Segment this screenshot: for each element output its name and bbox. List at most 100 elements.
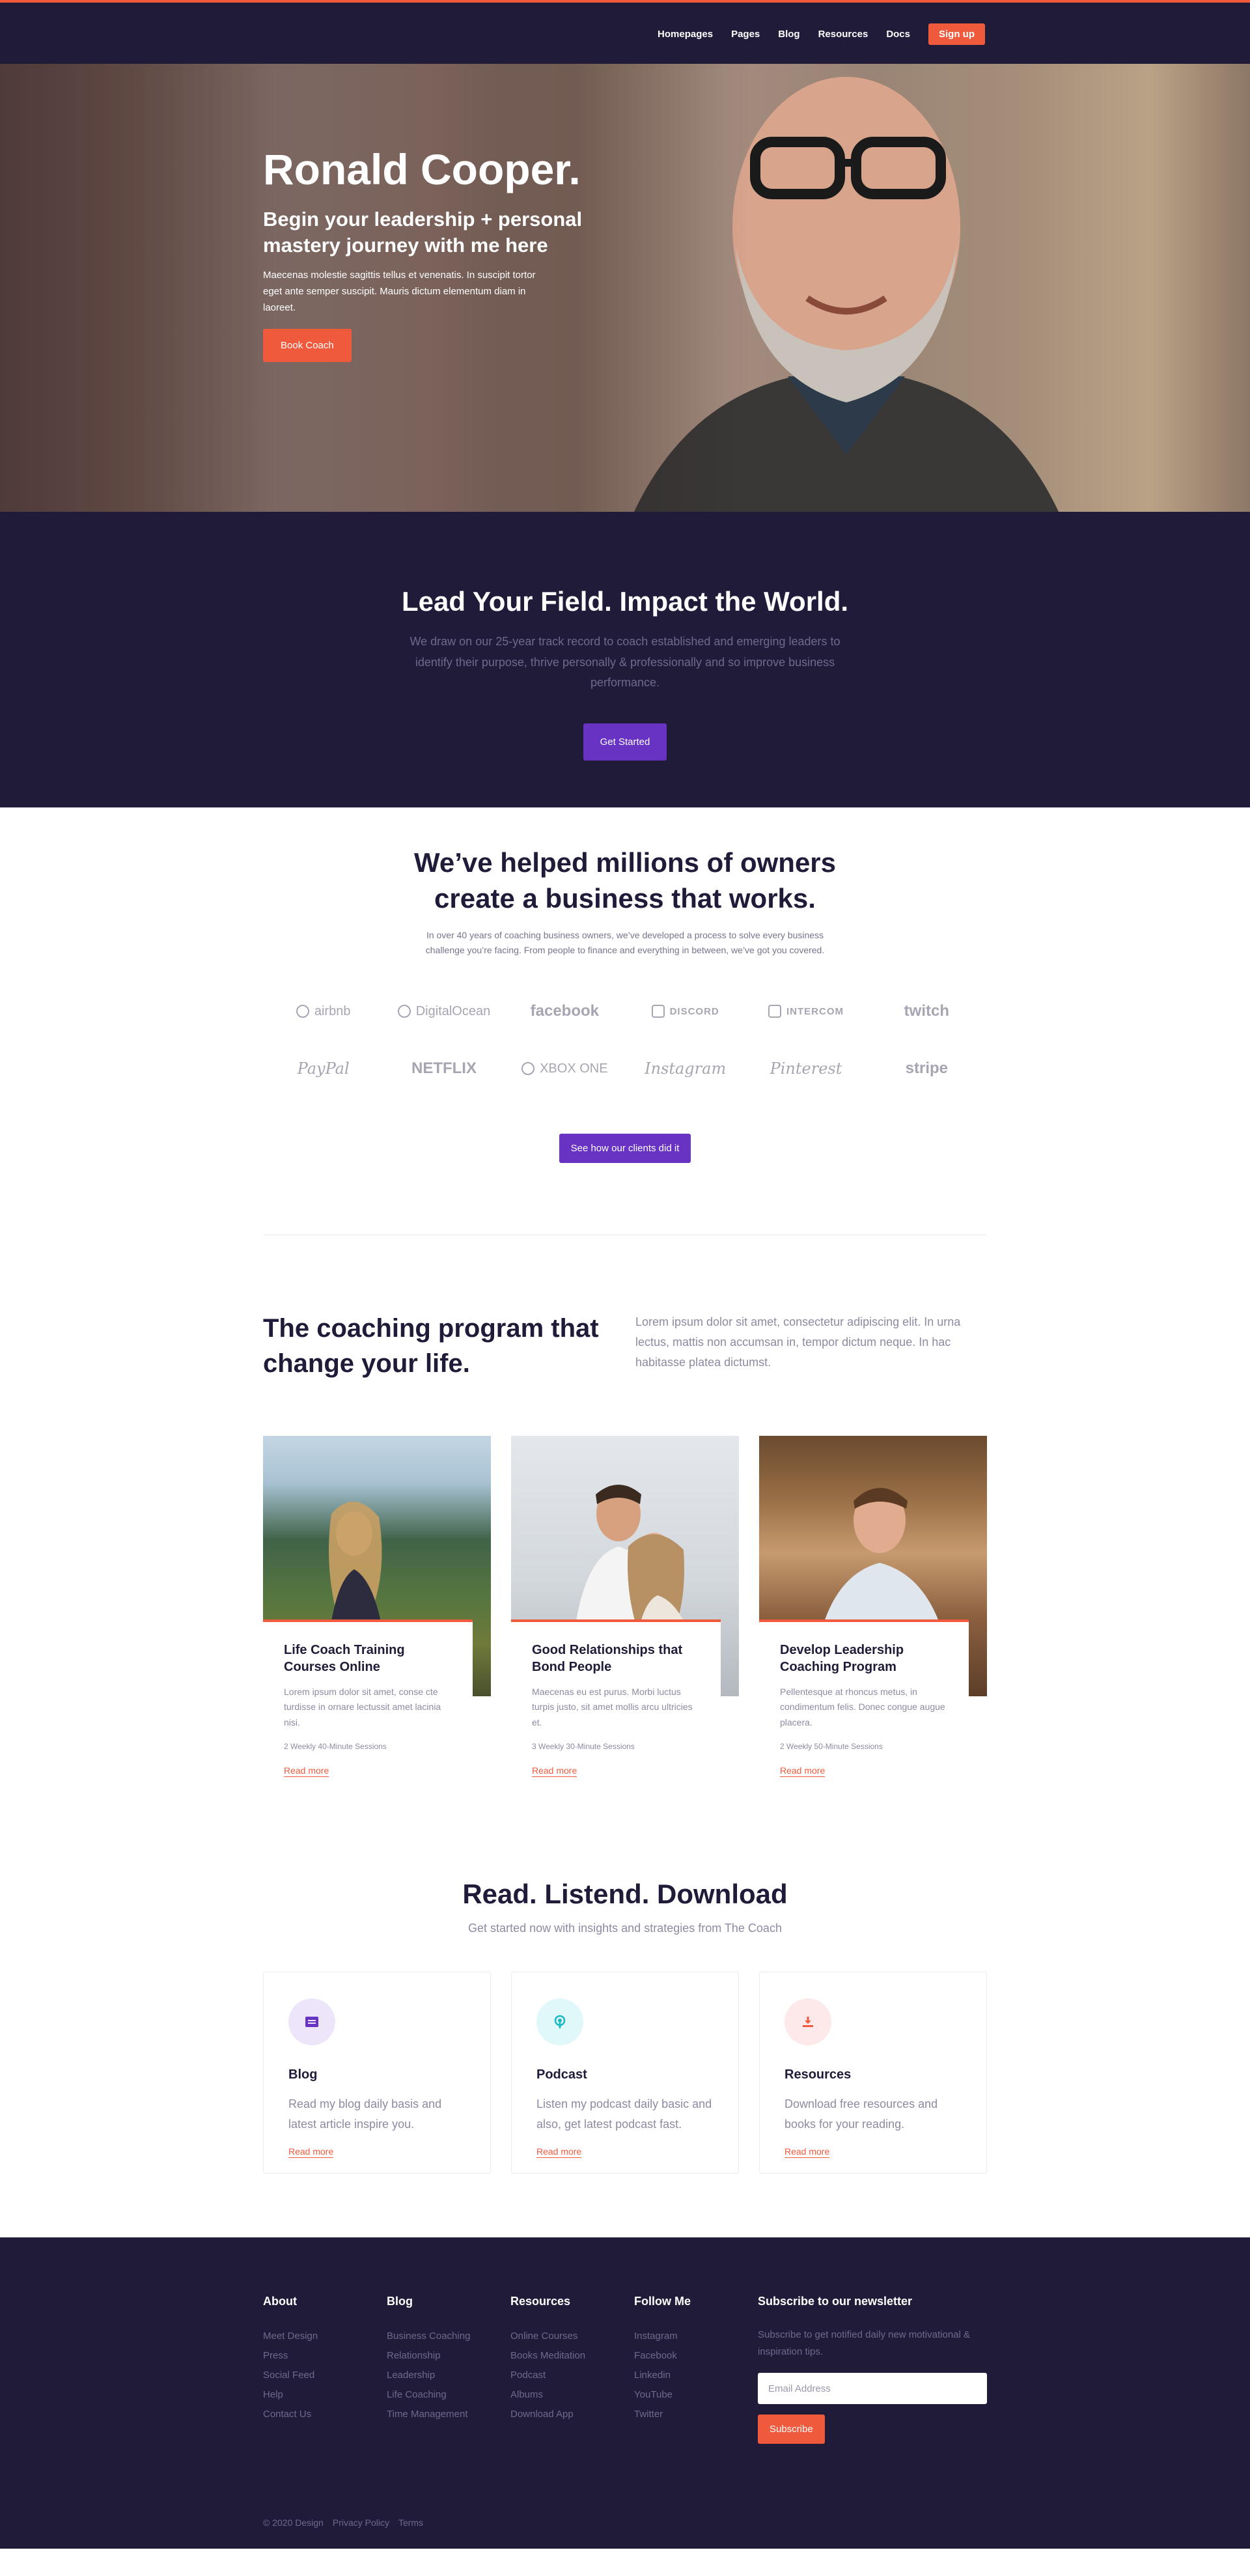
see-clients-button[interactable]: See how our clients did it [559, 1134, 691, 1164]
footer-link[interactable]: Albums [510, 2385, 634, 2405]
card-title: Good Relationships that Bond People [532, 1643, 683, 1675]
intercom-mark-icon [768, 1005, 781, 1018]
discord-logo-text: DISCORD [669, 1005, 719, 1017]
nav-homepages[interactable]: Homepages [658, 29, 713, 40]
footer-bottom: © 2020 Design Privacy Policy Terms [263, 2517, 423, 2528]
instagram-logo: Instagram [645, 1059, 727, 1078]
footer-link[interactable]: Instagram [634, 2327, 758, 2346]
intercom-logo-text: INTERCOM [786, 1005, 844, 1017]
footer-columns: About Meet Design Press Social Feed Help… [263, 2295, 987, 2444]
program-text: Lorem ipsum dolor sit amet, consectetur … [635, 1315, 961, 1369]
nav-pages[interactable]: Pages [731, 29, 760, 40]
hero-description: Maecenas molestie sagittis tellus et ven… [263, 270, 536, 313]
footer-link[interactable]: Social Feed [263, 2366, 387, 2385]
read-more-link[interactable]: Read more [785, 2146, 830, 2158]
top-navigation: Homepages Pages Blog Resources Docs Sign… [0, 3, 1250, 64]
newsletter: Subscribe to our newsletter Subscribe to… [758, 2295, 987, 2444]
blog-card-text: Read my blog daily basis and latest arti… [288, 2097, 442, 2131]
nav-blog[interactable]: Blog [778, 29, 799, 40]
hero-section: Ronald Cooper. Begin your leadership + p… [0, 64, 1250, 512]
lead-section: Lead Your Field. Impact the World. We dr… [0, 512, 1250, 807]
footer: About Meet Design Press Social Feed Help… [0, 2237, 1250, 2549]
card-title: Life Coach Training Courses Online [284, 1643, 405, 1675]
lead-title: Lead Your Field. Impact the World. [401, 586, 849, 617]
terms-link[interactable]: Terms [398, 2517, 423, 2528]
digitalocean-logo-text: DigitalOcean [415, 1003, 491, 1018]
footer-link[interactable]: YouTube [634, 2385, 758, 2405]
clients-title: We’ve helped millions of owners create a… [413, 847, 837, 914]
footer-link[interactable]: Podcast [510, 2366, 634, 2385]
podcast-card-title: Podcast [536, 2067, 587, 2082]
footer-link[interactable]: Twitter [634, 2405, 758, 2424]
footer-link[interactable]: Relationship [387, 2346, 510, 2366]
privacy-link[interactable]: Privacy Policy [333, 2517, 389, 2528]
footer-link[interactable]: Help [263, 2385, 387, 2405]
footer-link[interactable]: Linkedin [634, 2366, 758, 2385]
email-input[interactable] [758, 2373, 987, 2405]
footer-link[interactable]: Business Coaching [387, 2327, 510, 2346]
xbox-logo: XBOX ONE [505, 1057, 625, 1080]
read-more-link[interactable]: Read more [284, 1765, 329, 1777]
card-text: Maecenas eu est purus. Morbi luctus turp… [532, 1687, 693, 1728]
read-more-link[interactable]: Read more [780, 1765, 826, 1777]
download-icon [785, 1998, 831, 2046]
signup-button[interactable]: Sign up [928, 23, 985, 45]
resources-card-title: Resources [785, 2067, 852, 2082]
footer-link[interactable]: Time Management [387, 2405, 510, 2424]
facebook-logo: facebook [530, 1002, 599, 1020]
footer-column-follow: Follow Me Instagram Facebook Linkedin Yo… [634, 2295, 758, 2444]
resources-card-text: Download free resources and books for yo… [785, 2097, 938, 2131]
newsletter-title: Subscribe to our newsletter [758, 2295, 913, 2308]
client-logos: airbnb DigitalOcean facebook DISCORD INT… [263, 1000, 987, 1080]
discord-mark-icon [651, 1005, 665, 1018]
card-content: Good Relationships that Bond People Maec… [511, 1619, 721, 1796]
footer-link[interactable]: Press [263, 2346, 387, 2366]
footer-column-title: Resources [510, 2295, 571, 2308]
xbox-logo-text: XBOX ONE [540, 1061, 608, 1076]
lead-text: We draw on our 25-year track record to c… [410, 635, 840, 689]
card-text: Pellentesque at rhoncus metus, in condim… [780, 1687, 945, 1728]
nav-docs[interactable]: Docs [886, 29, 910, 40]
copyright-text: © 2020 Design [263, 2517, 324, 2528]
podcast-card-text: Listen my podcast daily basic and also, … [536, 2097, 712, 2131]
clients-text: In over 40 years of coaching business ow… [425, 930, 825, 956]
get-started-button[interactable]: Get Started [583, 723, 667, 761]
card-content: Life Coach Training Courses Online Lorem… [263, 1619, 473, 1796]
digitalocean-mark-icon [397, 1005, 411, 1018]
hero-title: Ronald Cooper. [263, 145, 581, 193]
read-more-link[interactable]: Read more [536, 2146, 582, 2158]
netflix-logo: NETFLIX [411, 1059, 477, 1078]
airbnb-logo-text: airbnb [314, 1003, 351, 1018]
resources-card: Resources Download free resources and bo… [759, 1972, 987, 2174]
card-text: Lorem ipsum dolor sit amet, conse cte tu… [284, 1687, 441, 1728]
footer-link[interactable]: Life Coaching [387, 2385, 510, 2405]
intercom-logo: INTERCOM [745, 1000, 866, 1023]
footer-link[interactable]: Download App [510, 2405, 634, 2424]
program-card: Good Relationships that Bond People Maec… [511, 1436, 739, 1796]
hero-overlay [0, 64, 1250, 512]
footer-link[interactable]: Facebook [634, 2346, 758, 2366]
airbnb-logo: airbnb [263, 1000, 383, 1023]
read-more-link[interactable]: Read more [288, 2146, 334, 2158]
read-more-link[interactable]: Read more [532, 1765, 577, 1777]
book-coach-button[interactable]: Book Coach [263, 329, 352, 363]
pinterest-logo: Pinterest [770, 1059, 842, 1078]
newsletter-text: Subscribe to get notified daily new moti… [758, 2329, 971, 2357]
read-subtitle: Get started now with insights and strate… [468, 1922, 782, 1935]
nav-resources[interactable]: Resources [818, 29, 868, 40]
footer-column-about: About Meet Design Press Social Feed Help… [263, 2295, 387, 2444]
card-title: Develop Leadership Coaching Program [780, 1643, 904, 1675]
footer-link[interactable]: Contact Us [263, 2405, 387, 2424]
xbox-mark-icon [521, 1062, 535, 1076]
subscribe-button[interactable]: Subscribe [758, 2415, 825, 2444]
footer-link[interactable]: Online Courses [510, 2327, 634, 2346]
blog-icon [288, 1998, 335, 2046]
footer-link[interactable]: Meet Design [263, 2327, 387, 2346]
footer-link[interactable]: Leadership [387, 2366, 510, 2385]
program-intro: The coaching program that change your li… [263, 1311, 987, 1381]
podcast-card: Podcast Listen my podcast daily basic an… [511, 1972, 739, 2174]
card-meta: 3 Weekly 30-Minute Sessions [532, 1741, 635, 1751]
footer-link[interactable]: Books Meditation [510, 2346, 634, 2366]
card-content: Develop Leadership Coaching Program Pell… [759, 1619, 969, 1796]
airbnb-mark-icon [296, 1005, 309, 1018]
